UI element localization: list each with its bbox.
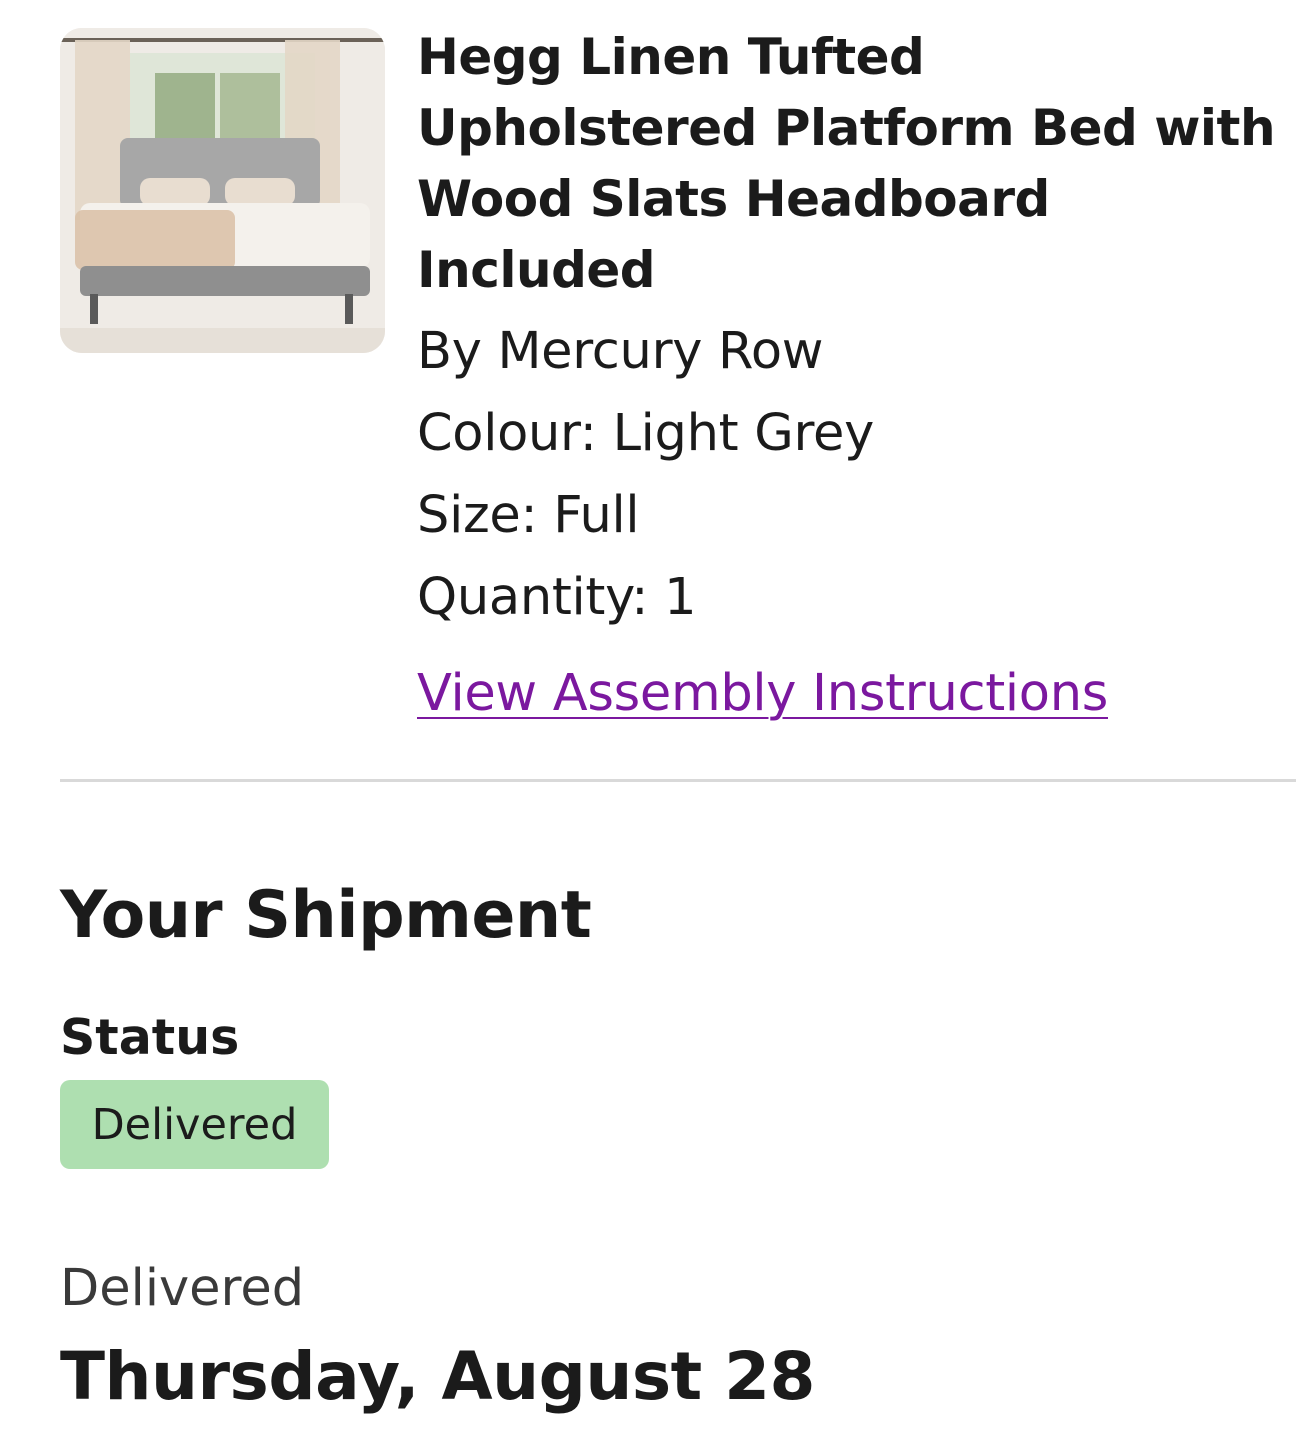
product-brand: By Mercury Row bbox=[417, 322, 824, 381]
product-quantity: Quantity: 1 bbox=[417, 568, 697, 627]
delivery-date: Thursday, August 28 bbox=[60, 1338, 815, 1415]
product-image[interactable] bbox=[60, 28, 385, 353]
status-label: Status bbox=[60, 1009, 240, 1066]
product-info: Hegg Linen Tufted Upholstered Platform B… bbox=[417, 22, 1277, 729]
product-title[interactable]: Hegg Linen Tufted Upholstered Platform B… bbox=[417, 22, 1277, 306]
assembly-instructions-link[interactable]: View Assembly Instructions bbox=[417, 659, 1108, 729]
product-size: Size: Full bbox=[417, 486, 640, 545]
order-item-page: Hegg Linen Tufted Upholstered Platform B… bbox=[0, 0, 1296, 1440]
shipment-heading: Your Shipment bbox=[60, 878, 592, 953]
product-colour: Colour: Light Grey bbox=[417, 404, 874, 463]
bed-photo bbox=[60, 28, 385, 353]
section-divider bbox=[60, 779, 1296, 782]
delivered-caption: Delivered bbox=[60, 1259, 305, 1318]
status-badge: Delivered bbox=[60, 1080, 329, 1169]
